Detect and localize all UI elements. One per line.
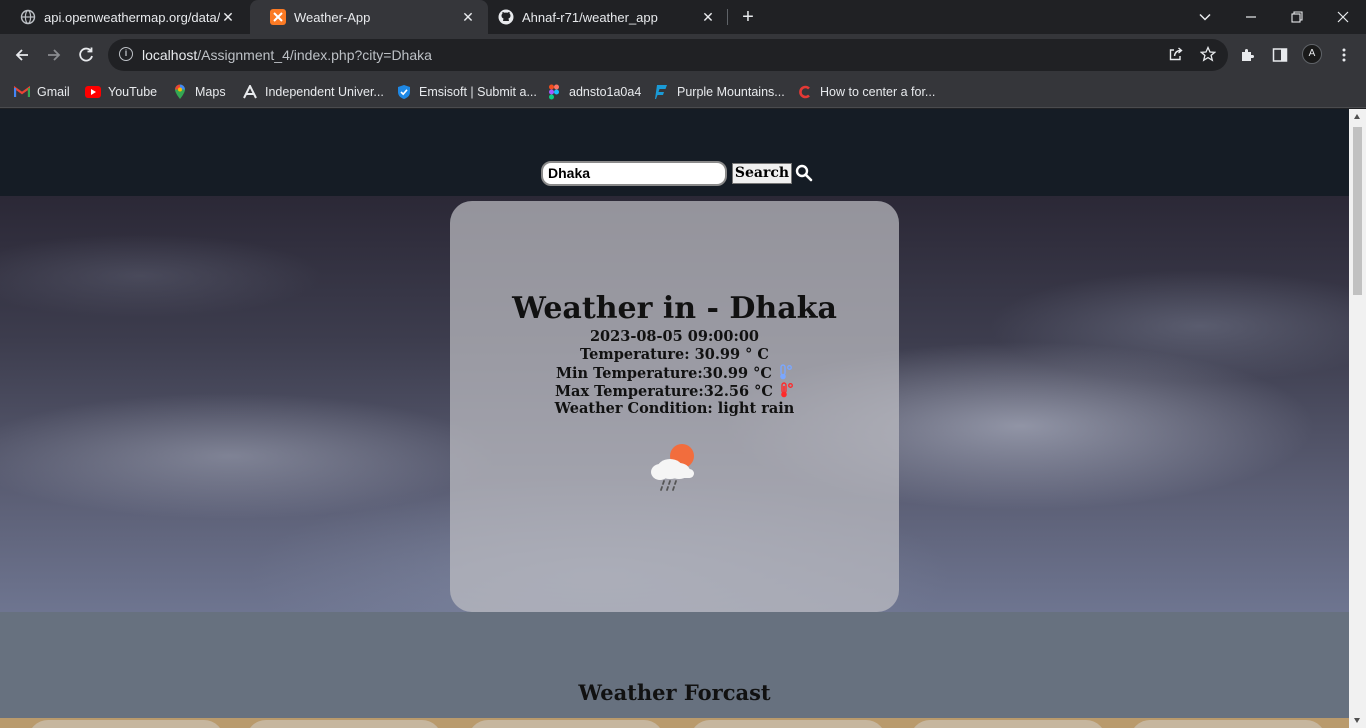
page-scrollbar[interactable] bbox=[1349, 109, 1366, 728]
forecast-card bbox=[468, 720, 664, 728]
close-window-button[interactable] bbox=[1320, 0, 1366, 34]
iub-icon bbox=[242, 84, 258, 100]
url-text[interactable]: localhost/Assignment_4/index.php?city=Dh… bbox=[142, 47, 432, 63]
bookmark-label: YouTube bbox=[108, 85, 158, 99]
magnifier-icon[interactable] bbox=[795, 164, 813, 182]
light-rain-icon bbox=[646, 439, 702, 495]
emsisoft-icon bbox=[396, 84, 412, 100]
restore-button[interactable] bbox=[1274, 0, 1320, 34]
search-button[interactable]: Search bbox=[732, 162, 792, 184]
bookmark-youtube[interactable]: YouTube bbox=[85, 82, 157, 102]
profile-avatar[interactable]: A bbox=[1302, 44, 1322, 64]
new-tab-button[interactable]: + bbox=[737, 5, 759, 29]
bookmark-independent-university[interactable]: Independent Univer... bbox=[242, 82, 384, 102]
page-viewport: Search Weather in - Dhaka 2023-08-05 09:… bbox=[0, 109, 1349, 728]
bookmarks-bar: Gmail YouTube Maps Independent Univer...… bbox=[0, 76, 1366, 108]
close-tab-icon[interactable]: ✕ bbox=[700, 9, 716, 26]
tab-openweathermap[interactable]: api.openweathermap.org/data/2.5 ✕ bbox=[0, 0, 248, 34]
thermometer-cold-icon bbox=[777, 364, 793, 380]
bookmark-maps[interactable]: Maps bbox=[172, 82, 226, 102]
forecast-card bbox=[1130, 720, 1326, 728]
xampp-icon bbox=[270, 9, 286, 25]
back-button[interactable] bbox=[10, 43, 34, 67]
weather-temperature: Temperature: 30.99 ° C bbox=[580, 346, 769, 363]
tab-label: Weather-App bbox=[294, 9, 371, 25]
weather-title: Weather in - Dhaka bbox=[512, 291, 837, 326]
bookmark-label: adnsto1a0a4 bbox=[569, 85, 642, 99]
search-form: Search bbox=[541, 160, 813, 186]
forecast-card bbox=[910, 720, 1106, 728]
forecast-title: Weather Forcast bbox=[578, 680, 771, 705]
thermometer-hot-icon bbox=[778, 382, 794, 398]
scroll-down-arrow-icon[interactable] bbox=[1354, 718, 1360, 723]
bookmark-adnsto1a0a4[interactable]: adnsto1a0a4 bbox=[546, 82, 641, 102]
bookmark-label: How to center a for... bbox=[820, 85, 936, 99]
close-tab-icon[interactable]: ✕ bbox=[220, 9, 236, 26]
url-host: localhost bbox=[142, 47, 198, 63]
tab-label: api.openweathermap.org/data/2.5 bbox=[44, 9, 220, 25]
globe-icon bbox=[20, 9, 36, 25]
gmail-icon bbox=[14, 84, 30, 100]
bookmark-p-icon bbox=[654, 84, 670, 100]
forecast-card bbox=[690, 720, 886, 728]
weather-max-temperature: Max Temperature:32.56 °C bbox=[555, 383, 773, 400]
youtube-icon bbox=[85, 84, 101, 100]
bookmark-label: Emsisoft | Submit a... bbox=[419, 85, 537, 99]
bookmark-purple-mountains[interactable]: Purple Mountains... bbox=[654, 82, 785, 102]
scrollbar-thumb[interactable] bbox=[1353, 127, 1362, 295]
extensions-icon[interactable] bbox=[1236, 43, 1260, 67]
bookmark-star-icon[interactable] bbox=[1199, 45, 1217, 64]
tab-label: Ahnaf-r71/weather_app bbox=[522, 9, 658, 25]
bookmark-emsisoft[interactable]: Emsisoft | Submit a... bbox=[396, 82, 537, 102]
bookmark-label: Gmail bbox=[37, 85, 70, 99]
city-search-input[interactable] bbox=[541, 160, 727, 186]
codecademy-icon bbox=[797, 84, 813, 100]
reload-button[interactable] bbox=[74, 43, 98, 67]
tab-github[interactable]: Ahnaf-r71/weather_app ✕ bbox=[478, 0, 728, 34]
close-tab-icon[interactable]: ✕ bbox=[460, 9, 476, 26]
weather-card: Weather in - Dhaka 2023-08-05 09:00:00 T… bbox=[450, 201, 899, 612]
maps-icon bbox=[172, 84, 188, 100]
bookmark-label: Maps bbox=[195, 85, 226, 99]
tab-search-button[interactable] bbox=[1182, 0, 1228, 34]
bookmark-gmail[interactable]: Gmail bbox=[14, 82, 70, 102]
share-icon[interactable] bbox=[1167, 46, 1185, 64]
weather-min-temperature: Min Temperature:30.99 °C bbox=[555, 365, 772, 382]
forecast-card bbox=[246, 720, 442, 728]
github-icon bbox=[498, 9, 514, 25]
bookmark-how-to-center[interactable]: How to center a for... bbox=[797, 82, 935, 102]
weather-condition: Weather Condition: light rain bbox=[554, 400, 795, 417]
forecast-cards-strip bbox=[0, 718, 1349, 728]
bookmark-label: Purple Mountains... bbox=[677, 85, 785, 99]
tab-strip: api.openweathermap.org/data/2.5 ✕ Weathe… bbox=[0, 0, 1366, 34]
tab-divider bbox=[727, 9, 728, 25]
address-bar[interactable]: i localhost/Assignment_4/index.php?city=… bbox=[108, 39, 1228, 71]
scroll-up-arrow-icon[interactable] bbox=[1354, 114, 1360, 119]
search-header: Search bbox=[0, 109, 1349, 196]
figma-icon bbox=[546, 84, 562, 100]
site-info-icon[interactable]: i bbox=[119, 47, 133, 61]
url-path: /Assignment_4/index.php?city=Dhaka bbox=[197, 47, 432, 63]
forecast-section: Weather Forcast bbox=[0, 612, 1349, 728]
side-panel-icon[interactable] bbox=[1268, 43, 1292, 67]
tab-weather-app[interactable]: Weather-App ✕ bbox=[250, 0, 488, 34]
weather-min-temperature-row: Min Temperature:30.99 °C bbox=[450, 364, 899, 382]
bookmark-label: Independent Univer... bbox=[265, 85, 384, 99]
menu-kebab-icon[interactable] bbox=[1332, 43, 1356, 67]
forecast-card bbox=[28, 720, 224, 728]
weather-max-temperature-row: Max Temperature:32.56 °C bbox=[450, 382, 899, 400]
forward-button[interactable] bbox=[42, 43, 66, 67]
browser-toolbar: i localhost/Assignment_4/index.php?city=… bbox=[0, 34, 1366, 76]
minimize-button[interactable] bbox=[1228, 0, 1274, 34]
weather-datetime: 2023-08-05 09:00:00 bbox=[589, 328, 760, 345]
